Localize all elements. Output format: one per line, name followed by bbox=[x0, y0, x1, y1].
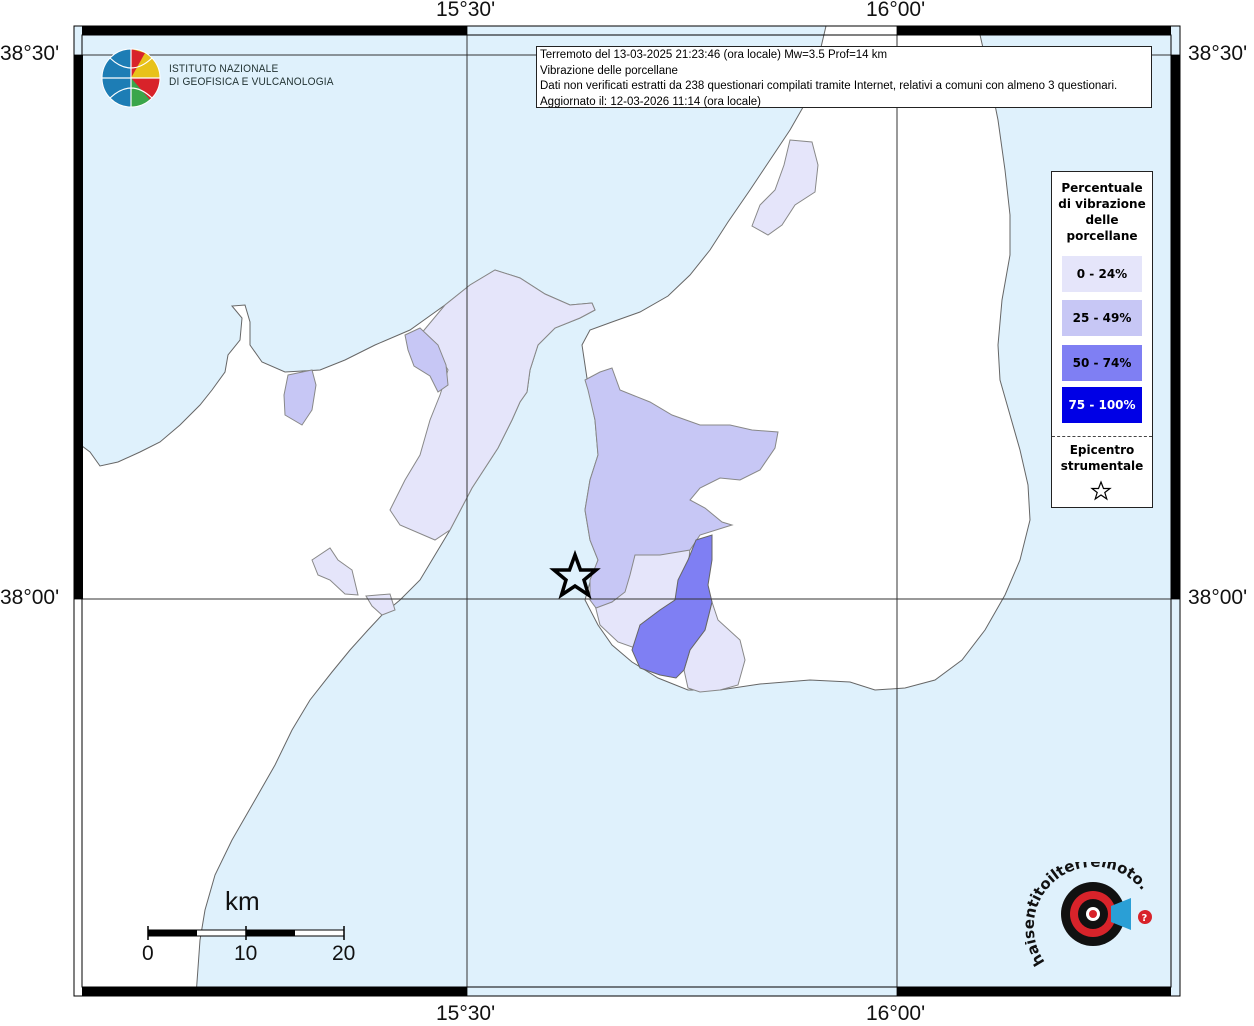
coord-top-left: 15°30' bbox=[436, 0, 496, 21]
coord-left-bottom: 38°00' bbox=[0, 586, 60, 609]
coord-top-right: 16°00' bbox=[866, 0, 926, 21]
legend-epicenter-label: Epicentro strumentale bbox=[1060, 443, 1144, 473]
coord-right-bottom: 38°00' bbox=[1188, 586, 1248, 609]
legend-item-75-100: 75 - 100% bbox=[1062, 387, 1142, 423]
ingv-logo-text: ISTITUTO NAZIONALE DI GEOFISICA E VULCAN… bbox=[169, 63, 334, 89]
event-info-line-2: Vibrazione delle porcellane bbox=[540, 64, 678, 77]
coord-right-top: 38°30' bbox=[1188, 42, 1248, 65]
scale-tick-0: 0 bbox=[142, 942, 154, 965]
coord-bottom-left: 15°30' bbox=[436, 1002, 496, 1025]
scale-tick-10: 10 bbox=[234, 942, 258, 965]
coord-left-top: 38°30' bbox=[0, 42, 60, 65]
legend-item-0-24: 0 - 24% bbox=[1062, 256, 1142, 292]
coord-bottom-right: 16°00' bbox=[866, 1002, 926, 1025]
event-info-line-4: Aggiornato il: 12-03-2026 11:14 (ora loc… bbox=[540, 95, 761, 108]
event-info-box: Terremoto del 13-03-2025 21:23:46 (ora l… bbox=[536, 46, 1152, 108]
ingv-globe-icon bbox=[101, 48, 161, 108]
scale-unit: km bbox=[225, 886, 260, 916]
star-icon bbox=[1090, 480, 1112, 501]
scale-tick-20: 20 bbox=[332, 942, 356, 965]
legend-item-50-74: 50 - 74% bbox=[1062, 345, 1142, 381]
ingv-line-1: ISTITUTO NAZIONALE bbox=[169, 63, 279, 75]
haisentito-target-icon: ? haisentitoilterremoto.it bbox=[1025, 862, 1153, 969]
legend-box: Percentuale di vibrazione delle porcella… bbox=[1051, 171, 1153, 508]
ingv-line-2: DI GEOFISICA E VULCANOLOGIA bbox=[169, 76, 334, 88]
event-info-line-1: Terremoto del 13-03-2025 21:23:46 (ora l… bbox=[540, 49, 888, 61]
legend-separator bbox=[1052, 436, 1152, 437]
svg-text:?: ? bbox=[1142, 913, 1148, 924]
event-info-line-3: Dati non verificati estratti da 238 ques… bbox=[540, 80, 1118, 92]
legend-title: Percentuale di vibrazione delle porcella… bbox=[1058, 181, 1146, 243]
legend-item-25-49: 25 - 49% bbox=[1062, 300, 1142, 336]
